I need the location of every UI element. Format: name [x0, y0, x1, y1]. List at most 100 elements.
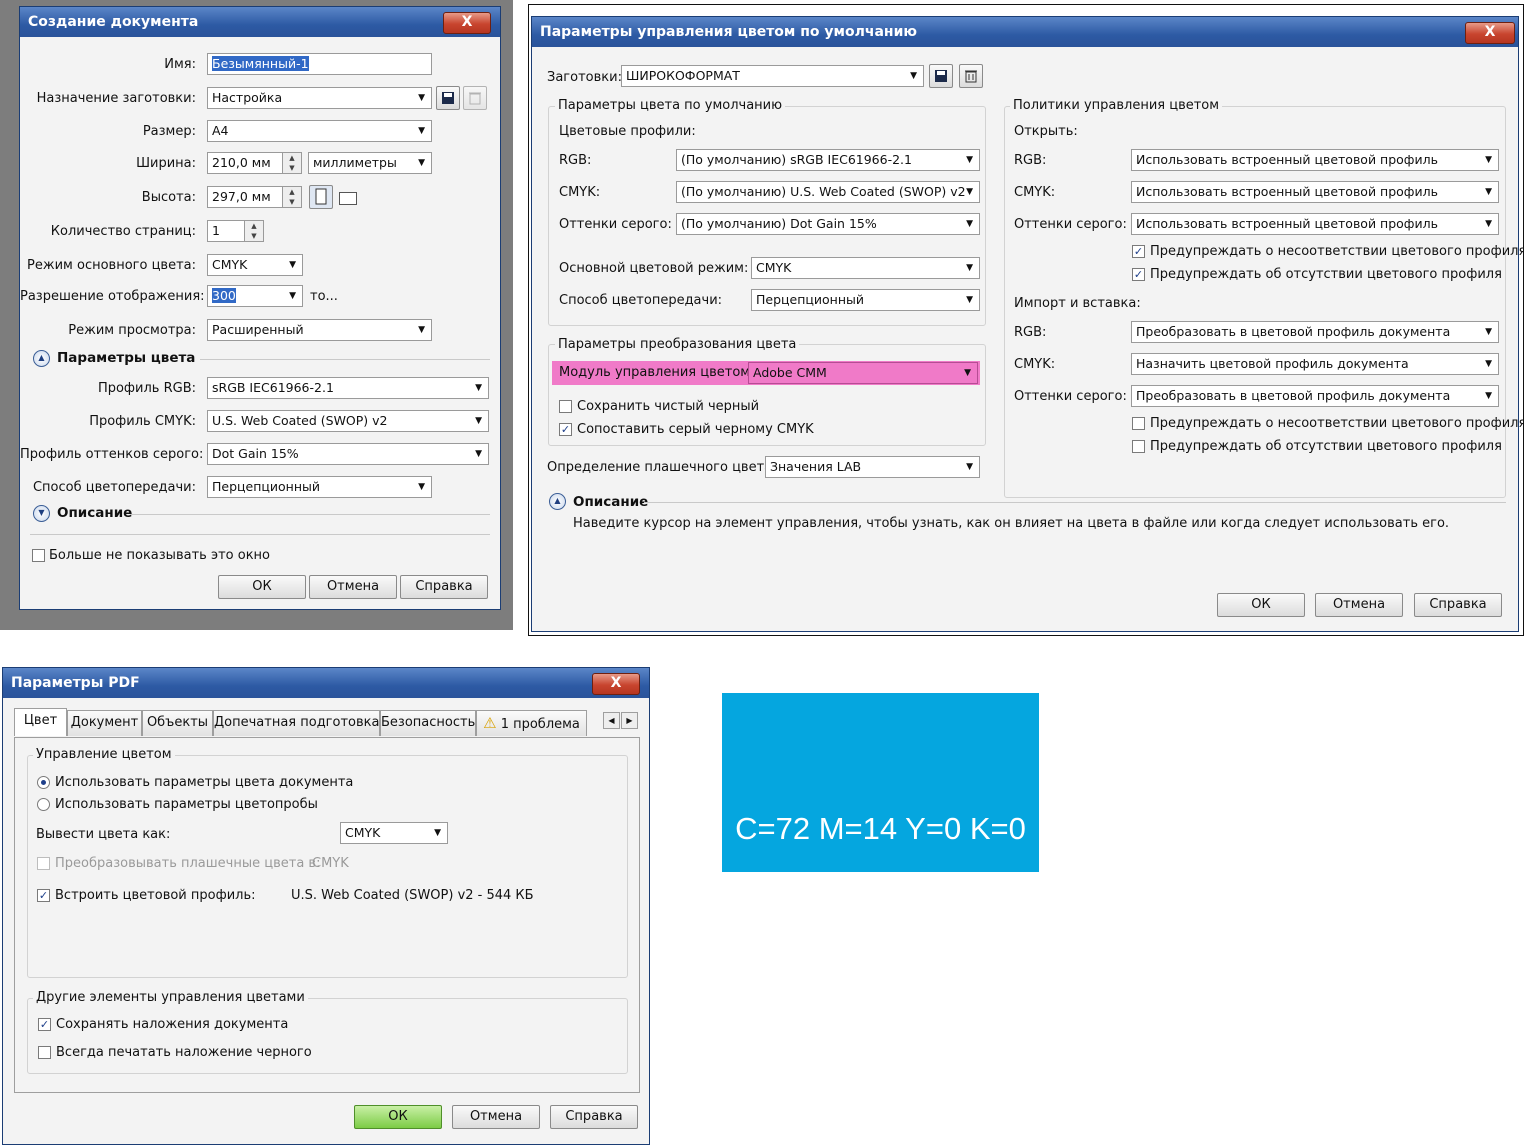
open-cmyk-dropdown[interactable]: Использовать встроенный цветовой профиль [1131, 181, 1499, 203]
units-dropdown[interactable]: миллиметры [308, 152, 432, 174]
primary-mode-dropdown[interactable]: CMYK [751, 257, 980, 279]
help-button[interactable]: Справка [1414, 593, 1502, 617]
collapse-description-icon[interactable]: ▲ [549, 493, 566, 510]
tab-issues-label: 1 проблема [500, 717, 580, 732]
use-document-settings-radio[interactable] [37, 776, 50, 789]
preserve-black-checkbox[interactable] [559, 400, 572, 413]
help-button[interactable]: Справка [550, 1105, 638, 1129]
rendering-dropdown[interactable]: Перцепционный [207, 476, 432, 498]
tab-document[interactable]: Документ [67, 710, 142, 736]
height-spinner[interactable]: ▲ ▼ [282, 186, 302, 208]
save-preset-button[interactable] [929, 64, 953, 88]
overprint-black-checkbox[interactable] [38, 1046, 51, 1059]
tab-security[interactable]: Безопасность [380, 710, 476, 736]
import-rgb-dropdown[interactable]: Преобразовать в цветовой профиль докумен… [1131, 321, 1499, 343]
pages-spinner[interactable]: ▲ ▼ [244, 220, 264, 242]
import-gray-dropdown[interactable]: Преобразовать в цветовой профиль докумен… [1131, 385, 1499, 407]
map-gray-checkbox[interactable]: ✓ [559, 423, 572, 436]
new-document-dialog: Создание документа X Имя: Безымянный-1 Н… [19, 6, 501, 610]
other-controls-group [27, 998, 628, 1074]
tab-content: Управление цветом Использовать параметры… [14, 737, 640, 1093]
tab-scroll-right-button[interactable]: ▶ [621, 712, 638, 729]
open-gray-dropdown[interactable]: Использовать встроенный цветовой профиль [1131, 213, 1499, 235]
convert-spot-checkbox[interactable] [37, 857, 50, 870]
portrait-icon [315, 188, 327, 205]
cmm-dropdown[interactable]: Adobe CMM [748, 362, 978, 384]
import-cmyk-dropdown[interactable]: Назначить цветовой профиль документа [1131, 353, 1499, 375]
warn-missing-checkbox[interactable]: ✓ [1132, 268, 1145, 281]
preview-label: Режим просмотра: [68, 323, 196, 338]
tab-scroll-left-button[interactable]: ◀ [603, 712, 620, 729]
pdf-settings-dialog: Параметры PDF X Цвет Документ Объекты До… [2, 667, 650, 1145]
convert-spot-value: CMYK [312, 856, 349, 871]
warn-missing-import-checkbox[interactable] [1132, 440, 1145, 453]
resolution-suffix: то... [310, 289, 338, 304]
portrait-orientation-button[interactable] [309, 185, 333, 209]
import-label: Импорт и вставка: [1014, 296, 1141, 311]
ok-button[interactable]: ОК [218, 575, 306, 599]
warning-icon: ⚠ [483, 714, 497, 732]
tab-prepress[interactable]: Допечатная подготовка [213, 710, 380, 736]
close-button[interactable]: X [592, 673, 640, 695]
tab-objects[interactable]: Объекты [142, 710, 213, 736]
use-proof-settings-label: Использовать параметры цветопробы [55, 797, 318, 812]
close-button[interactable]: X [1465, 22, 1515, 44]
name-value: Безымянный-1 [212, 56, 309, 71]
rendering-dropdown[interactable]: Перцепционный [751, 289, 980, 311]
warn-mismatch-import-checkbox[interactable] [1132, 417, 1145, 430]
pages-input[interactable]: 1 [207, 220, 245, 242]
delete-preset-button[interactable] [463, 86, 487, 110]
cmm-label: Модуль управления цветом: [559, 365, 755, 380]
preview-dropdown[interactable]: Расширенный [207, 319, 432, 341]
rgb-profile-dropdown[interactable]: sRGB IEC61966-2.1 [207, 377, 489, 399]
gray-profile-dropdown[interactable]: (По умолчанию) Dot Gain 15% [676, 213, 980, 235]
use-proof-settings-radio[interactable] [37, 798, 50, 811]
open-rgb-dropdown[interactable]: Использовать встроенный цветовой профиль [1131, 149, 1499, 171]
cmyk-profile-dropdown[interactable]: U.S. Web Coated (SWOP) v2 [207, 410, 489, 432]
close-button[interactable]: X [443, 12, 491, 34]
help-button[interactable]: Справка [400, 575, 488, 599]
resolution-dropdown[interactable]: 300 [207, 285, 303, 307]
color-profiles-label: Цветовые профили: [559, 124, 696, 139]
preset-dropdown[interactable]: Настройка [207, 87, 432, 109]
use-document-settings-label: Использовать параметры цвета документа [55, 775, 354, 790]
tab-color[interactable]: Цвет [14, 708, 67, 736]
save-preset-button[interactable] [436, 86, 460, 110]
ok-button[interactable]: ОК [1217, 593, 1305, 617]
width-input[interactable]: 210,0 мм [207, 152, 283, 174]
rgb-profile-dropdown[interactable]: (По умолчанию) sRGB IEC61966-2.1 [676, 149, 980, 171]
presets-dropdown[interactable]: ШИРОКОФОРМАТ [621, 65, 924, 87]
name-label: Имя: [164, 57, 196, 72]
delete-preset-button[interactable] [959, 64, 983, 88]
gray-profile-dropdown[interactable]: Dot Gain 15% [207, 443, 489, 465]
other-controls-title: Другие элементы управления цветами [33, 990, 308, 1005]
cancel-button[interactable]: Отмена [452, 1105, 540, 1129]
cancel-button[interactable]: Отмена [309, 575, 397, 599]
cyan-color-swatch: C=72 M=14 Y=0 K=0 [722, 693, 1039, 872]
ok-button[interactable]: ОК [354, 1105, 442, 1129]
warn-mismatch-checkbox[interactable]: ✓ [1132, 245, 1145, 258]
expand-description-icon[interactable]: ▼ [33, 505, 50, 522]
tab-issues[interactable]: ⚠ 1 проблема [476, 710, 587, 736]
description-text: Наведите курсор на элемент управления, ч… [573, 516, 1450, 531]
keep-overprint-checkbox[interactable]: ✓ [38, 1018, 51, 1031]
open-rgb-label: RGB: [1014, 153, 1047, 168]
height-input[interactable]: 297,0 мм [207, 186, 283, 208]
cancel-button[interactable]: Отмена [1315, 593, 1403, 617]
collapse-color-params-icon[interactable]: ▲ [33, 350, 50, 367]
dont-show-checkbox[interactable] [32, 549, 45, 562]
landscape-orientation-button[interactable] [339, 192, 357, 205]
width-spinner[interactable]: ▲ ▼ [282, 152, 302, 174]
name-input[interactable]: Безымянный-1 [207, 53, 432, 75]
embed-profile-checkbox[interactable]: ✓ [37, 889, 50, 902]
embed-profile-label: Встроить цветовой профиль: [55, 888, 256, 903]
spot-dropdown[interactable]: Значения LAB [765, 456, 980, 478]
warn-missing-import-label: Предупреждать об отсутствии цветового пр… [1150, 439, 1502, 454]
output-as-label: Вывести цвета как: [36, 827, 171, 842]
trash-icon [469, 92, 481, 105]
color-mode-dropdown[interactable]: CMYK [207, 254, 303, 276]
cmyk-profile-dropdown[interactable]: (По умолчанию) U.S. Web Coated (SWOP) v2 [676, 181, 980, 203]
output-as-dropdown[interactable]: CMYK [340, 822, 448, 844]
warn-missing-label: Предупреждать об отсутствии цветового пр… [1150, 267, 1502, 282]
size-dropdown[interactable]: A4 [207, 120, 432, 142]
